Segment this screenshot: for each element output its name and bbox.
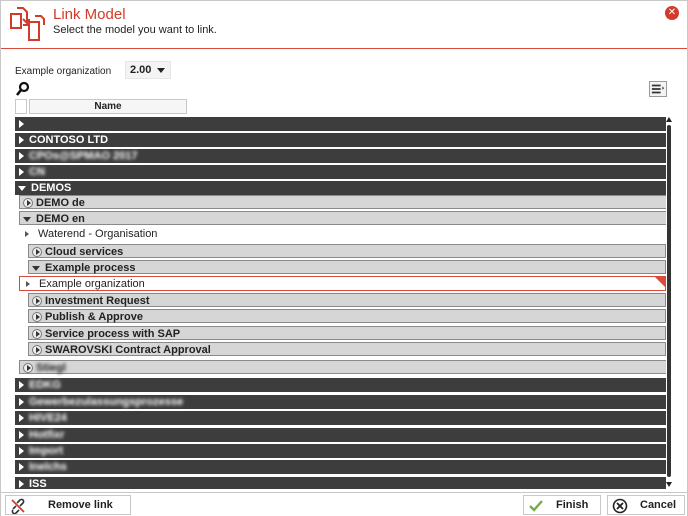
tree-row-demos[interactable]: DEMOS: [15, 181, 668, 195]
dialog-subtitle: Select the model you want to link.: [53, 24, 217, 36]
collapse-icon[interactable]: [18, 185, 26, 191]
tree-row-stiegl[interactable]: Stiegl: [19, 360, 667, 374]
tree-row-gewerbe[interactable]: Gewerbezulassungsprozesse: [15, 395, 668, 409]
tree-row-top[interactable]: [15, 117, 668, 131]
collapse-icon[interactable]: [23, 216, 31, 222]
expand-icon[interactable]: [23, 363, 33, 374]
dialog-title: Link Model: [53, 6, 126, 23]
expand-icon[interactable]: [26, 281, 30, 288]
finish-label: Finish: [556, 499, 589, 511]
expand-icon[interactable]: [19, 447, 24, 456]
finish-button[interactable]: Finish: [523, 495, 601, 515]
version-value: 2.00: [130, 64, 152, 76]
tree-row-iss[interactable]: ISS: [15, 477, 668, 489]
close-icon[interactable]: ✕: [665, 6, 679, 20]
column-header-name[interactable]: Name: [29, 99, 187, 114]
remove-link-label: Remove link: [48, 499, 113, 511]
tree-row-publish-approve[interactable]: Publish & Approve: [28, 309, 666, 323]
collapse-icon[interactable]: [32, 265, 40, 271]
tree-row-hotfixr[interactable]: Hotfixr: [15, 428, 668, 442]
tree-row-service-process-sap[interactable]: Service process with SAP: [28, 326, 666, 340]
tree-row-edkg[interactable]: EDKG: [15, 378, 668, 392]
expand-icon[interactable]: [19, 398, 24, 407]
check-icon: [529, 500, 543, 512]
expand-icon[interactable]: [25, 231, 29, 238]
version-select[interactable]: 2.00: [125, 61, 171, 79]
tree-scrollbar[interactable]: [666, 115, 673, 489]
tree-row-investment-request[interactable]: Investment Request: [28, 293, 666, 307]
scroll-down-icon[interactable]: [666, 482, 672, 487]
expand-icon[interactable]: [19, 120, 24, 129]
expand-icon[interactable]: [32, 345, 42, 356]
dialog-footer: Remove link Finish Cancel: [1, 492, 687, 516]
tree-row-swarovski[interactable]: SWAROVSKI Contract Approval: [28, 342, 666, 356]
tree-row-cloud-services[interactable]: Cloud services: [28, 244, 666, 258]
expand-icon[interactable]: [19, 463, 24, 472]
tree-row-demo-de[interactable]: DEMO de: [19, 195, 667, 209]
remove-link-button[interactable]: Remove link: [5, 495, 131, 515]
expand-icon[interactable]: [32, 312, 42, 323]
expand-icon[interactable]: [19, 136, 24, 145]
cancel-label: Cancel: [640, 499, 677, 511]
dialog-header: Link Model Select the model you want to …: [1, 1, 687, 49]
tree-row-inelchs[interactable]: Inelchs: [15, 460, 668, 474]
tree-row-demo-en[interactable]: DEMO en: [19, 211, 667, 225]
tree-row-contoso[interactable]: CONTOSO LTD: [15, 133, 668, 147]
scroll-thumb[interactable]: [667, 125, 671, 477]
tree-row-waterend[interactable]: Waterend - Organisation: [19, 227, 667, 241]
cancel-icon: [612, 498, 628, 514]
search-icon[interactable]: [15, 81, 31, 97]
tree-row-import[interactable]: Import: [15, 444, 668, 458]
tree-row-cpos[interactable]: CPOs@SPMAO 2017: [15, 149, 668, 163]
expand-icon[interactable]: [32, 247, 42, 258]
expand-icon[interactable]: [23, 198, 33, 209]
tree-row-example-process[interactable]: Example process: [28, 260, 666, 274]
tree-row-example-organization[interactable]: Example organization: [19, 276, 666, 291]
chevron-down-icon: [157, 68, 165, 73]
expand-icon[interactable]: [19, 152, 24, 161]
unlink-icon: [11, 498, 25, 514]
link-model-icon: [10, 7, 45, 41]
expand-icon[interactable]: [19, 414, 24, 423]
expand-icon[interactable]: [19, 480, 24, 489]
tree-row-hive24[interactable]: HIVE24: [15, 411, 668, 425]
expand-icon[interactable]: [32, 329, 42, 340]
scroll-up-icon[interactable]: [666, 117, 672, 122]
model-tree: CONTOSO LTD CPOs@SPMAO 2017 CN DEMOS DEM…: [15, 115, 668, 489]
expand-icon[interactable]: [19, 168, 24, 177]
expand-icon[interactable]: [19, 431, 24, 440]
cancel-button[interactable]: Cancel: [607, 495, 685, 515]
expand-icon[interactable]: [32, 296, 42, 307]
tree-row-cn[interactable]: CN: [15, 165, 668, 179]
list-view-icon[interactable]: [649, 81, 667, 97]
selected-marker: [655, 277, 665, 287]
expand-icon[interactable]: [19, 381, 24, 390]
select-all-checkbox[interactable]: [15, 99, 27, 114]
organization-label: Example organization: [15, 66, 112, 77]
link-model-dialog: Link Model Select the model you want to …: [0, 0, 688, 516]
